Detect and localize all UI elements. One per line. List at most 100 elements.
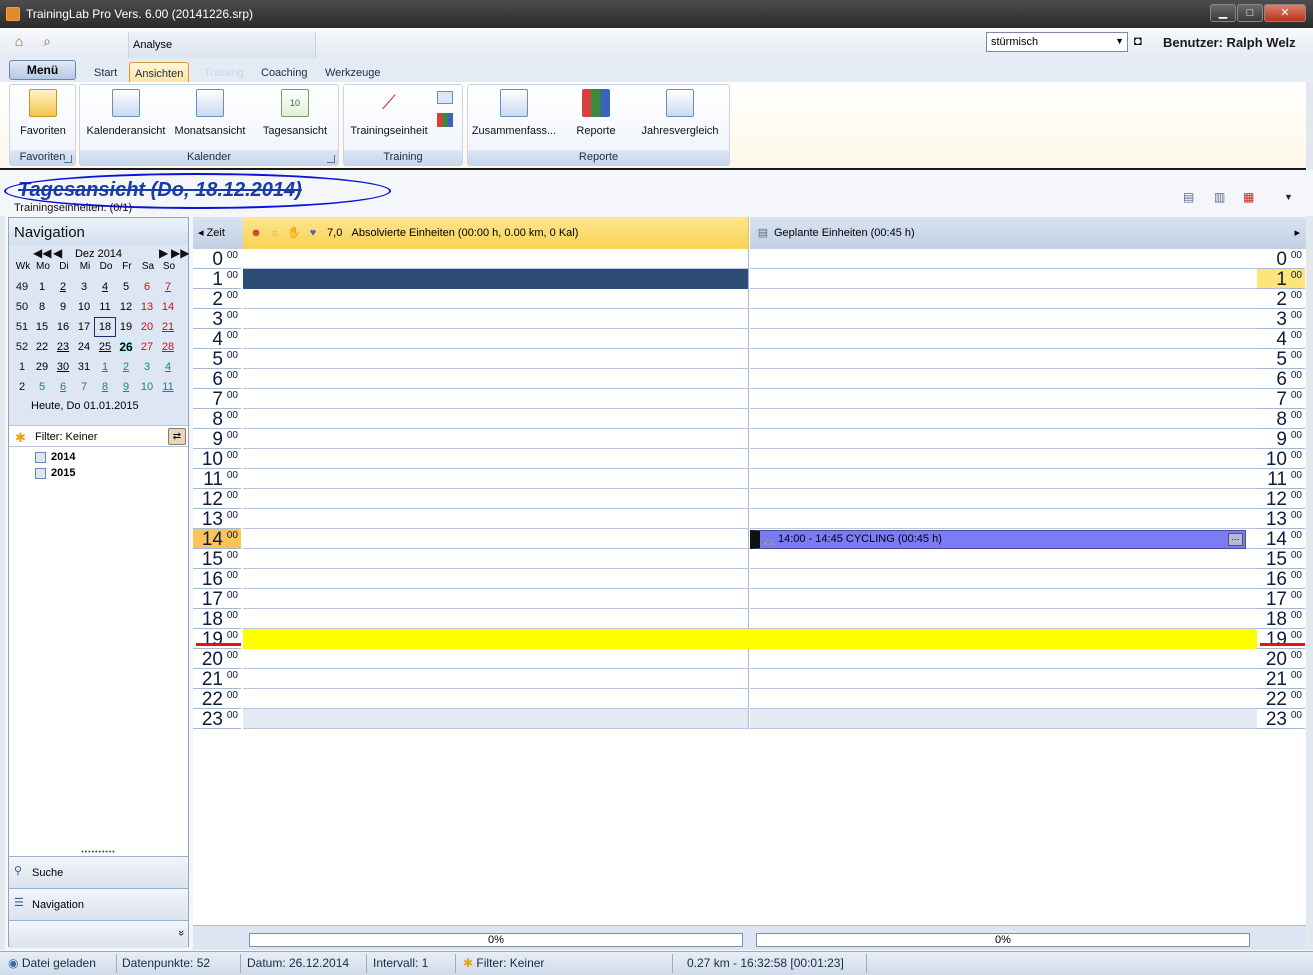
menu-button[interactable]: Menü [9,60,76,80]
prev-month-icon[interactable]: ◀ [53,246,62,260]
monatsansicht-button[interactable]: Monatsansicht [172,89,248,149]
calendar-day[interactable]: 1 [31,277,53,297]
calendar-day[interactable]: 28 [157,337,179,357]
time-slot[interactable] [750,589,1257,609]
tab-werkzeuge[interactable]: Werkzeuge [325,62,380,82]
calendar-day[interactable]: 11 [157,377,179,397]
time-slot[interactable] [750,549,1257,569]
calendar-day[interactable]: 19 [115,317,137,337]
calendar-day[interactable]: 20 [136,317,158,337]
time-slot[interactable] [243,669,748,689]
filter-edit-button[interactable]: ⇄ [168,428,186,445]
time-slot[interactable] [243,369,748,389]
reporte-button[interactable]: Reporte [568,89,624,149]
search-document-icon[interactable]: ⌕ [38,33,56,49]
tagesansicht-button[interactable]: 10 Tagesansicht [258,89,332,149]
calendar-day[interactable]: 29 [31,357,53,377]
calendar-day[interactable]: 2 [52,277,74,297]
chevron-down-icon[interactable]: ▼ [1284,190,1300,204]
calendar-day[interactable]: 13 [136,297,158,317]
time-slot[interactable] [750,649,1257,669]
planned-event[interactable]: 🚲 14:00 - 14:45 CYCLING (00:45 h) ⋯ [750,530,1246,549]
time-slot[interactable] [750,309,1257,329]
tree-item-2014[interactable]: 2014 [21,451,75,467]
calendar-day[interactable]: 9 [115,377,137,397]
calendar-day[interactable]: 5 [31,377,53,397]
dialog-launcher-icon[interactable] [64,155,72,163]
scroll-left-icon[interactable]: ◂ [198,227,207,239]
time-slot[interactable] [243,449,748,469]
close-button[interactable]: ✕ [1264,4,1306,22]
kalenderansicht-button[interactable]: Kalenderansicht [84,89,168,149]
selected-slot[interactable] [243,269,748,289]
time-slot[interactable] [243,349,748,369]
time-slot[interactable] [750,609,1257,629]
time-slot[interactable] [750,669,1257,689]
time-slot[interactable] [243,429,748,449]
tab-ansichten[interactable]: Ansichten [129,62,190,82]
time-slot[interactable] [750,429,1257,449]
calendar-day[interactable]: 8 [94,377,116,397]
time-slot[interactable] [750,349,1257,369]
time-slot[interactable] [243,329,748,349]
next-month-icon[interactable]: ▶ [159,246,168,260]
time-slot[interactable] [243,709,748,729]
calendar-day[interactable]: 7 [157,277,179,297]
zusammenfassung-button[interactable]: Zusammenfass... [471,89,557,149]
time-slot[interactable] [243,249,748,269]
calendar-day[interactable]: 27 [136,337,158,357]
maximize-button[interactable]: □ [1237,4,1263,22]
add-entry-icon[interactable]: ▤ [1183,190,1199,204]
calendar-day[interactable]: 22 [31,337,53,357]
calendar-day[interactable]: 23 [52,337,74,357]
time-slot[interactable] [243,589,748,609]
analyse-context-tab[interactable]: Analyse [128,32,316,58]
time-slot[interactable] [750,269,1257,289]
sort-icon[interactable] [437,91,453,104]
calendar-day[interactable]: 18 [94,317,116,337]
bar-chart-icon[interactable] [437,113,453,127]
calendar-day[interactable]: 30 [52,357,74,377]
calendar-day[interactable]: 5 [115,277,137,297]
scroll-right-icon[interactable]: ▸ [1294,217,1300,249]
time-slot[interactable] [243,529,748,549]
calendar-day[interactable]: 26 [115,337,137,357]
favoriten-button[interactable]: Favoriten [18,89,68,149]
trainingseinheit-button[interactable]: ⟋ Trainingseinheit [347,89,431,149]
time-slot[interactable] [243,569,748,589]
suche-button[interactable]: ⚲ Suche [9,856,188,888]
calendar-picker-icon[interactable]: ▦ [1243,190,1259,204]
next-year-icon[interactable]: ▶▶ [171,246,189,260]
time-slot[interactable] [243,289,748,309]
jahresvergleich-button[interactable]: Jahresvergleich [638,89,722,149]
calendar-day[interactable]: 31 [73,357,95,377]
calendar-day[interactable]: 10 [73,297,95,317]
calendar-day[interactable]: 10 [136,377,158,397]
calendar-day[interactable]: 17 [73,317,95,337]
navigation-button[interactable]: ☰ Navigation [9,888,188,920]
calendar-day[interactable]: 6 [136,277,158,297]
planned-column[interactable]: 🚲 14:00 - 14:45 CYCLING (00:45 h) ⋯ [750,249,1257,729]
calendar-day[interactable]: 12 [115,297,137,317]
calendar-day[interactable]: 4 [94,277,116,297]
calendar-day[interactable]: 8 [31,297,53,317]
today-link[interactable]: Heute, Do 01.01.2015 [31,400,139,412]
calendar-day[interactable]: 15 [31,317,53,337]
calendar-day[interactable]: 21 [157,317,179,337]
calendar-day[interactable]: 3 [73,277,95,297]
list-view-icon[interactable]: ▥ [1214,190,1230,204]
tab-start[interactable]: Start [94,62,117,82]
calendar-day[interactable]: 4 [157,357,179,377]
event-menu-icon[interactable]: ⋯ [1228,533,1243,546]
time-slot[interactable] [750,449,1257,469]
calendar-day[interactable]: 7 [73,377,95,397]
prev-year-icon[interactable]: ◀◀ [33,246,51,260]
time-slot[interactable] [243,309,748,329]
calendar-day[interactable]: 1 [94,357,116,377]
time-slot[interactable] [243,409,748,429]
calendar-day[interactable]: 14 [157,297,179,317]
time-slot[interactable] [243,509,748,529]
time-slot[interactable] [243,549,748,569]
more-buttons[interactable]: » [9,920,188,948]
calendar-day[interactable]: 16 [52,317,74,337]
